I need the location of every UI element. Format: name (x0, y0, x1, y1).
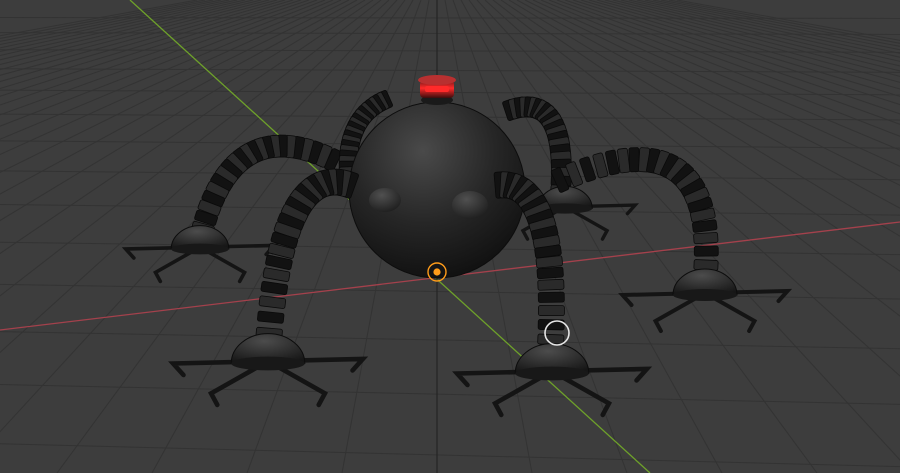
lamp-top (418, 75, 456, 85)
foot-back-left (121, 225, 279, 284)
leg-segment (693, 232, 719, 245)
leg-segment (257, 310, 285, 324)
hip-joint-right (452, 191, 488, 219)
grid-line (0, 0, 270, 71)
grid-line (0, 0, 278, 76)
foot-front-left (168, 333, 369, 408)
grid-line (0, 32, 900, 35)
leg-back-right (550, 147, 719, 287)
foot-back-right (618, 268, 793, 333)
leg-segment (537, 291, 565, 303)
leg-segment (262, 267, 291, 282)
leg-segment (260, 281, 289, 295)
leg-segment (693, 245, 719, 257)
foot-front-right (452, 343, 653, 418)
leg-segment (628, 147, 641, 173)
leg-segment (535, 255, 563, 269)
grid-line (0, 331, 900, 350)
grid-line (0, 68, 900, 73)
leg-segment (537, 278, 565, 291)
leg-front-left (254, 168, 359, 357)
hip-joint-left (369, 188, 401, 212)
grid-line (0, 0, 302, 97)
grid-line (0, 384, 900, 405)
viewport-canvas[interactable] (0, 0, 900, 473)
grid-line (0, 0, 310, 106)
leg-segment (258, 295, 287, 309)
foot-rim (231, 356, 305, 371)
grid-line (0, 443, 900, 468)
grid-line (0, 0, 206, 39)
3d-viewport[interactable] (0, 0, 900, 473)
leg-segment (536, 266, 564, 280)
foot-rim (673, 289, 737, 301)
leg-segment (537, 305, 565, 317)
foot-rim (515, 366, 589, 381)
foot-rim (171, 243, 229, 255)
eye-lamp (418, 75, 456, 105)
spider-robot-model[interactable] (121, 75, 793, 418)
lamp-glow (425, 86, 449, 92)
grid-line (0, 0, 294, 90)
grid-line (56, 0, 406, 473)
grid-line (0, 0, 198, 37)
